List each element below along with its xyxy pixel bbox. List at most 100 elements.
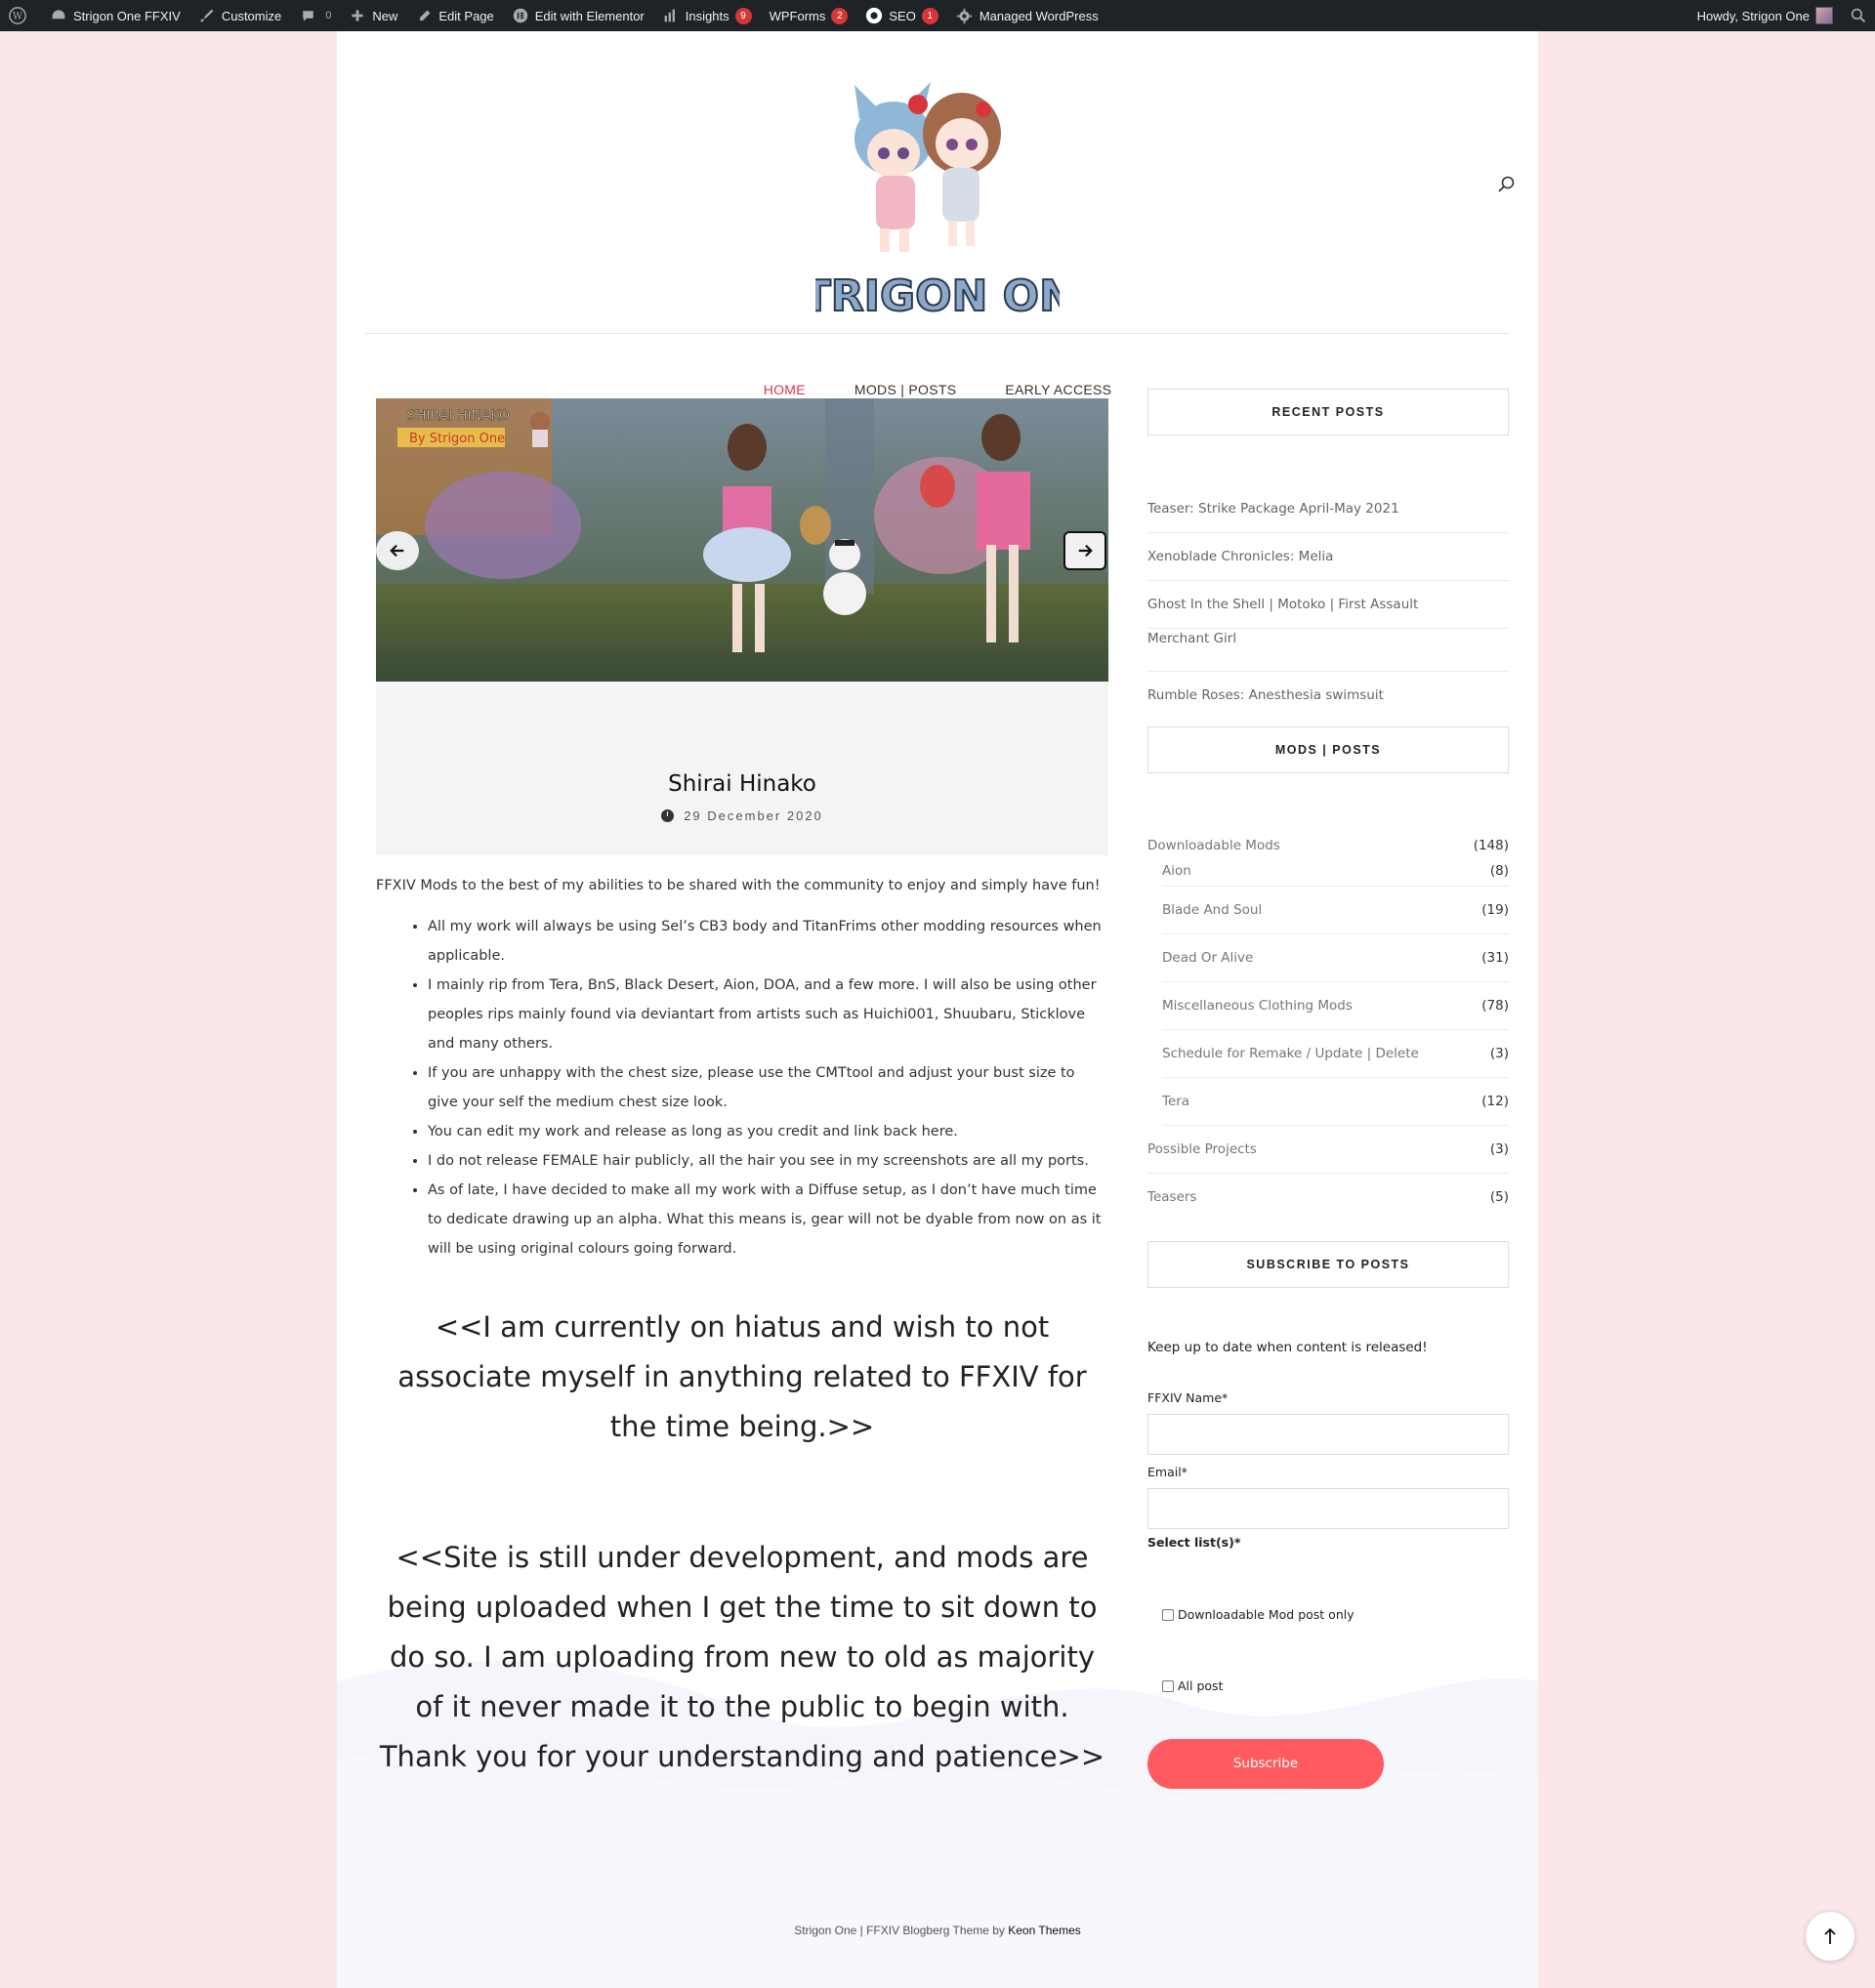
back-to-top-button[interactable] [1806, 1912, 1854, 1961]
brush-icon [198, 7, 216, 24]
elementor-icon [512, 7, 529, 24]
insights-label: Insights [685, 8, 729, 23]
edit-page-link[interactable]: Edit Page [406, 0, 502, 31]
edit-elementor-link[interactable]: Edit with Elementor [503, 0, 653, 31]
adminbar-search-icon[interactable] [1842, 0, 1875, 31]
wpforms-label: WPForms [769, 8, 826, 23]
svg-text:W: W [13, 12, 23, 22]
customize-label: Customize [221, 8, 282, 23]
subscribe-title: SUBSCRIBE TO POSTS [1147, 1241, 1509, 1288]
customize-link[interactable]: Customize [189, 0, 290, 31]
name-label: FFXIV Name* [1147, 1390, 1229, 1405]
gear-icon [956, 7, 974, 24]
development-notice: <<Site is still under development, and m… [379, 1541, 1105, 1773]
wpforms-link[interactable]: WPForms 2 [761, 0, 857, 31]
list-item: I do not release FEMALE hair publicly, a… [428, 1146, 1108, 1176]
pencil-icon [415, 7, 433, 24]
recent-post-link[interactable]: Teaser: Strike Package April-May 2021 [1147, 485, 1509, 533]
svg-text:SHIRAI HINAKO: SHIRAI HINAKO [407, 408, 510, 424]
list-item: All my work will always be using Sel’s C… [428, 912, 1108, 971]
insights-badge: 9 [734, 7, 752, 24]
site-name-label: Strigon One FFXIV [73, 8, 181, 23]
category-item[interactable]: Blade And Soul (19) [1162, 887, 1509, 934]
post-content: FFXIV Mods to the best of my abilities t… [376, 871, 1108, 1263]
comments-link[interactable]: 0 [290, 0, 340, 31]
ffxiv-name-field[interactable] [1147, 1414, 1509, 1455]
site-name-link[interactable]: Strigon One FFXIV [41, 0, 189, 31]
subscribe-description: Keep up to date when content is released… [1147, 1340, 1428, 1355]
email-field[interactable] [1147, 1488, 1509, 1529]
new-content-link[interactable]: New [340, 0, 406, 31]
option-all-post[interactable]: All post [1162, 1678, 1223, 1693]
new-label: New [372, 8, 398, 23]
post-title[interactable]: Shirai Hinako [376, 771, 1108, 797]
checkbox[interactable] [1162, 1679, 1174, 1692]
lists-label: Select list(s)* [1147, 1535, 1241, 1550]
theme-author-link[interactable]: Keon Themes [1008, 1924, 1081, 1937]
svg-text:STRIGON ONE: STRIGON ONE [815, 271, 1060, 321]
category-list: Downloadable Mods (148) Aion (8) Blade And… [1147, 832, 1509, 1222]
post-intro: FFXIV Mods to the best of my abilities t… [376, 878, 1101, 893]
plus-icon [349, 7, 366, 24]
wpforms-badge: 2 [831, 7, 849, 24]
seo-icon [865, 7, 883, 24]
recent-post-link[interactable]: Xenoblade Chronicles: Melia [1147, 533, 1509, 581]
recent-post-link[interactable]: Ghost In the Shell | Motoko | First Assa… [1147, 581, 1509, 629]
post-header: Shirai Hinako 29 December 2020 [376, 682, 1108, 855]
category-item[interactable]: Miscellaneous Clothing Mods (78) [1162, 982, 1509, 1030]
footer-credits: Strigon One | FFXIV Blogberg Theme by Ke… [794, 1924, 1081, 1937]
hiatus-notice-wrap: <<I am currently on hiatus and wish to n… [376, 1303, 1108, 1452]
recent-posts-title: RECENT POSTS [1147, 389, 1509, 435]
managed-wordpress-label: Managed WordPress [979, 8, 1099, 23]
arrow-left-icon [390, 544, 404, 558]
clock-icon [661, 809, 675, 822]
slider-prev-button[interactable] [376, 531, 419, 570]
category-item[interactable]: Schedule for Remake / Update | Delete (3) [1162, 1030, 1509, 1078]
edit-page-label: Edit Page [438, 8, 494, 23]
recent-posts-list: Teaser: Strike Package April-May 2021 Xe… [1147, 485, 1509, 720]
featured-image: SHIRAI HINAKO By Strigon One [376, 398, 1108, 682]
comments-count: 0 [325, 10, 332, 21]
dashboard-icon [50, 7, 67, 24]
insights-link[interactable]: Insights 9 [653, 0, 761, 31]
category-item[interactable]: Downloadable Mods (148) [1147, 832, 1509, 859]
site-logo[interactable]: STRIGON ONE [770, 61, 1105, 324]
category-item[interactable]: Dead Or Alive (31) [1162, 934, 1509, 982]
header-search-icon[interactable] [1496, 174, 1518, 195]
hiatus-notice: <<I am currently on hiatus and wish to n… [397, 1310, 1087, 1443]
bar-chart-icon [662, 7, 680, 24]
seo-label: SEO [889, 8, 916, 23]
category-item[interactable]: Teasers (5) [1147, 1174, 1509, 1222]
subscribe-button[interactable]: Subscribe [1147, 1739, 1384, 1789]
featured-slider[interactable]: SHIRAI HINAKO By Strigon One [376, 398, 1108, 682]
post-date-label: 29 December 2020 [684, 808, 823, 823]
slider-next-button[interactable] [1063, 531, 1106, 570]
admin-bar: W Strigon One FFXIV Customize 0 New Edit… [0, 0, 1875, 31]
recent-post-link[interactable]: Merchant Girl [1147, 629, 1509, 672]
category-item[interactable]: Aion (8) [1162, 859, 1509, 887]
category-item[interactable]: Tera (12) [1162, 1078, 1509, 1126]
page-container: STRIGON ONE HOME MODS | POSTS EARLY ACCE… [337, 31, 1538, 1988]
list-item: You can edit my work and release as long… [428, 1117, 1108, 1146]
howdy-label: Howdy, Strigon One [1696, 8, 1810, 23]
account-menu[interactable]: Howdy, Strigon One [1688, 0, 1842, 31]
comment-icon [299, 7, 316, 24]
wordpress-logo-icon[interactable]: W [0, 0, 41, 31]
option-downloadable-mod[interactable]: Downloadable Mod post only [1162, 1607, 1354, 1622]
avatar [1815, 7, 1833, 24]
seo-link[interactable]: SEO 1 [856, 0, 946, 31]
header-divider [365, 333, 1510, 334]
arrow-up-icon [1824, 1927, 1836, 1944]
edit-elementor-label: Edit with Elementor [534, 8, 645, 23]
post-date: 29 December 2020 [376, 808, 1108, 823]
email-label: Email* [1147, 1465, 1188, 1479]
rules-list: All my work will always be using Sel’s C… [428, 912, 1108, 1263]
category-item[interactable]: Possible Projects (3) [1147, 1126, 1509, 1174]
list-item: As of late, I have decided to make all m… [428, 1176, 1108, 1263]
managed-wordpress-link[interactable]: Managed WordPress [947, 0, 1107, 31]
svg-text:By Strigon One: By Strigon One [409, 432, 505, 446]
checkbox[interactable] [1162, 1608, 1174, 1621]
recent-post-link[interactable]: Rumble Roses: Anesthesia swimsuit [1147, 672, 1509, 720]
list-item: If you are unhappy with the chest size, … [428, 1058, 1108, 1117]
seo-badge: 1 [921, 7, 938, 24]
